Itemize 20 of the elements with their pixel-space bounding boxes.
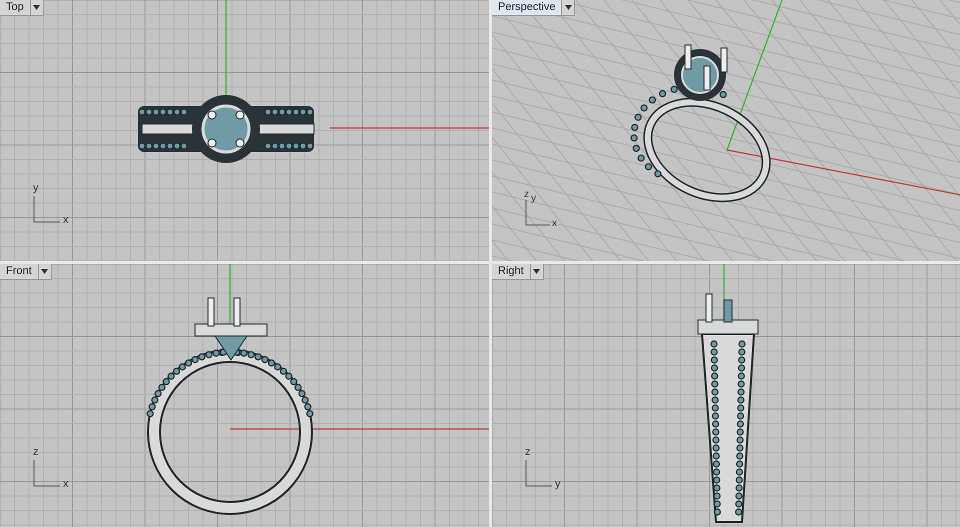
viewport-tab[interactable]: Perspective xyxy=(492,0,562,16)
axis-icon xyxy=(526,460,552,486)
dropdown-caret-icon[interactable] xyxy=(530,264,544,280)
dropdown-caret-icon[interactable] xyxy=(562,0,576,16)
axis-label: z xyxy=(33,447,38,458)
viewport-tab[interactable]: Front xyxy=(0,264,39,280)
axis-label: x xyxy=(552,219,557,229)
dropdown-caret-icon[interactable] xyxy=(30,0,44,16)
axis-label: z xyxy=(524,190,529,200)
axis-icon xyxy=(34,196,60,222)
axis-label: y xyxy=(555,479,560,490)
axis-label: x xyxy=(63,215,68,226)
axis-icon xyxy=(34,460,60,486)
viewport-tab[interactable]: Right xyxy=(492,264,531,280)
axis-label: z xyxy=(525,447,530,458)
viewport-tab[interactable]: Top xyxy=(0,0,31,16)
axis-label: y xyxy=(531,194,536,204)
dropdown-caret-icon[interactable] xyxy=(38,264,52,280)
axis-label: x xyxy=(63,479,68,490)
axis-label: y xyxy=(33,183,38,194)
